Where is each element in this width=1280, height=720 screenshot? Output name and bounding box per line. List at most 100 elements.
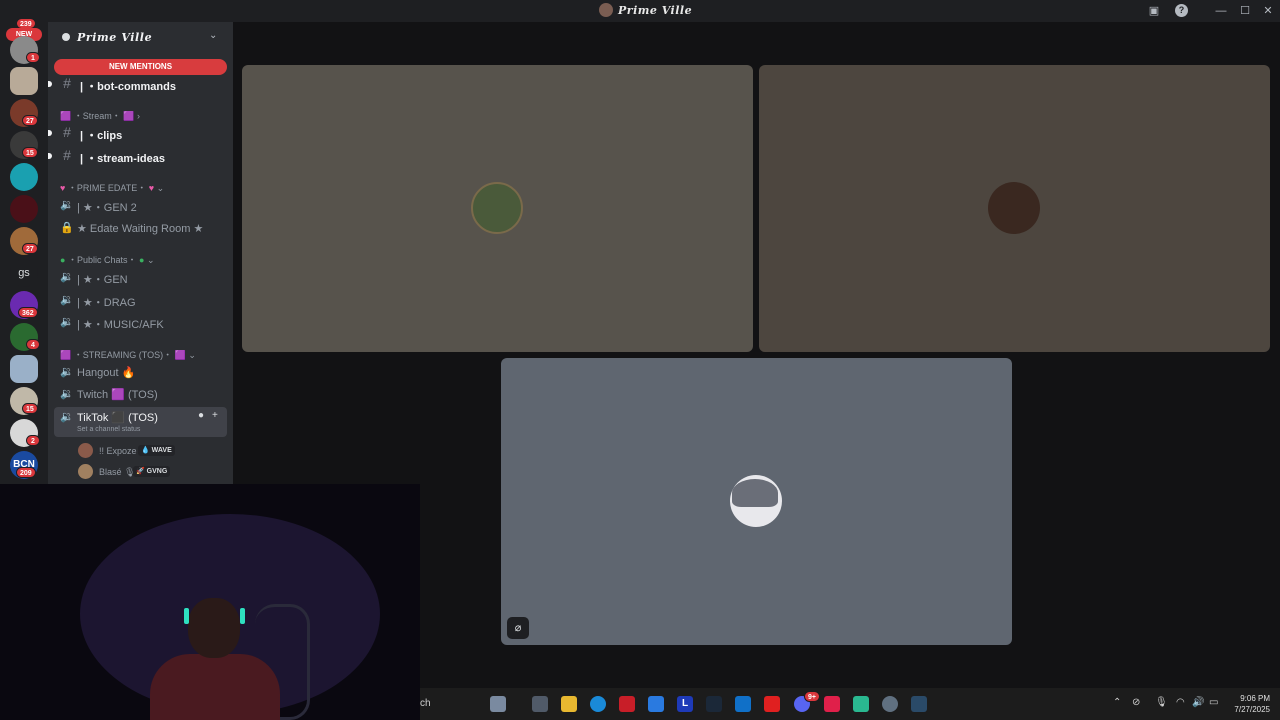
category-public-chats[interactable]: ● ・Public Chats・ ● ⌄ — [60, 253, 154, 266]
battery-icon[interactable]: ▭ — [1209, 697, 1218, 708]
channel-clips[interactable]: # | ・clips — [48, 123, 227, 143]
hash-icon: # — [63, 124, 71, 140]
invite-icon[interactable]: + — [212, 410, 218, 421]
steam-2-icon[interactable] — [911, 696, 927, 712]
server-badge: 27 — [22, 115, 38, 126]
mcafee-icon[interactable] — [619, 696, 635, 712]
close-button[interactable]: ✕ — [1260, 3, 1276, 19]
server-badge: 15 — [22, 147, 38, 158]
channel-label: | ・bot-commands — [80, 81, 176, 93]
server-avatar — [599, 3, 613, 17]
voice-channel-gen[interactable]: 🔉 | ★・GEN — [54, 267, 227, 287]
chat-icon[interactable]: ● — [198, 410, 204, 421]
voice-channel-twitch[interactable]: 🔉 Twitch 🟪 (TOS) — [54, 384, 227, 404]
category-streaming[interactable]: 🟪 ・STREAMING (TOS)・ 🟪 ⌄ — [60, 348, 196, 361]
window-titlebar: Prime Ville ▣ ? — ☐ ✕ — [0, 0, 1280, 22]
channel-sidebar: Prime Ville ⌄ NEW MENTIONS # | ・bot-comm… — [48, 22, 233, 484]
channel-stream-ideas[interactable]: # | ・stream-ideas — [48, 146, 227, 166]
hash-icon: # — [63, 147, 71, 163]
server-icon-11[interactable] — [10, 355, 38, 383]
edge-icon[interactable] — [590, 696, 606, 712]
voice-channel-music-afk[interactable]: 🔉 | ★・MUSIC/AFK — [54, 312, 227, 332]
avatar — [78, 464, 93, 479]
youtube-icon[interactable] — [764, 696, 780, 712]
task-view-icon[interactable] — [532, 696, 548, 712]
heart-icon: ♥ — [60, 183, 66, 193]
camera-off-icon[interactable]: ⌀ — [507, 617, 529, 639]
webcam-person-body — [150, 654, 280, 720]
outlook-icon[interactable] — [735, 696, 751, 712]
inbox-icon[interactable]: ▣ — [1146, 3, 1162, 19]
unread-indicator — [48, 130, 52, 136]
channel-label: | ★・DRAG — [77, 297, 136, 309]
channel-bot-commands[interactable]: # | ・bot-commands — [48, 74, 227, 94]
steam-icon[interactable] — [706, 696, 722, 712]
voice-channel-gen-2[interactable]: 🔉 | ★・GEN 2 — [54, 195, 227, 215]
network-off-icon[interactable]: ⊘ — [1132, 697, 1140, 708]
speaker-icon: 🔉 — [60, 366, 74, 378]
voice-channel-edate-waiting-room[interactable]: 🔒 ★ Edate Waiting Room ★ — [54, 218, 227, 238]
widgets-icon[interactable] — [490, 696, 506, 712]
server-header-icon — [62, 33, 70, 41]
headphone-icon — [184, 608, 189, 624]
channel-status[interactable]: Set a channel status — [77, 426, 140, 433]
category-icon: 🟪 — [60, 111, 72, 121]
taskbar-search[interactable]: ch — [420, 698, 431, 709]
server-icon-2[interactable] — [10, 67, 38, 95]
username: Blasé 🎙 — [99, 467, 136, 477]
voice-channel-hangout[interactable]: 🔉 Hangout 🔥 — [54, 362, 227, 382]
discord-badge: 9+ — [804, 691, 820, 702]
category-label: ・PRIME EDATE・ — [67, 183, 147, 193]
category-icon: 🟪 › — [123, 111, 140, 121]
help-icon[interactable]: ? — [1175, 4, 1188, 17]
server-icon-6[interactable] — [10, 195, 38, 223]
lock-icon: 🔒 — [60, 222, 74, 234]
heart-icon: ♥ — [148, 183, 155, 193]
new-mentions-pill[interactable]: NEW MENTIONS — [54, 59, 227, 75]
participant-avatar — [730, 475, 782, 527]
participant-tile-2[interactable] — [759, 65, 1270, 352]
voice-channel-tiktok[interactable]: 🔉 TikTok ⬛ (TOS) Set a channel status ● … — [54, 407, 227, 437]
file-explorer-icon[interactable] — [561, 696, 577, 712]
server-badge: 362 — [18, 307, 38, 318]
microphone-icon[interactable]: 🎙 — [1155, 697, 1168, 708]
server-icon-5[interactable] — [10, 163, 38, 191]
channel-label: | ★・GEN — [77, 274, 128, 286]
unread-indicator — [48, 81, 52, 87]
chevron-up-icon[interactable]: ⌃ — [1113, 697, 1121, 708]
category-label: ・Public Chats・ — [67, 255, 137, 265]
speaker-icon: 🔉 — [60, 316, 74, 328]
taskbar: ch L 9+ ⌃ ⊘ 🎙 ◠ 🔊 ▭ 9:06 PM 7/27/2025 — [420, 688, 1280, 720]
category-icon: 🟪 — [174, 350, 186, 360]
clock-date: 7/27/2025 — [1234, 705, 1270, 714]
server-name: Prime Ville — [77, 31, 153, 44]
wifi-icon[interactable]: ◠ — [1176, 697, 1185, 708]
user-tag: 🚀 GVNG — [133, 466, 171, 477]
speaker-icon: 🔉 — [60, 271, 74, 283]
category-icon: 🟪 — [60, 350, 72, 360]
taskbar-clock[interactable]: 9:06 PM 7/27/2025 — [1230, 693, 1270, 715]
volume-icon[interactable]: 🔊 — [1192, 697, 1204, 708]
category-prime-edate[interactable]: ♥ ・PRIME EDATE・ ♥ ⌄ — [60, 181, 164, 194]
server-header[interactable]: Prime Ville ⌄ — [48, 22, 233, 52]
user-tag: 💧 WAVE — [138, 445, 175, 456]
category-label: ・STREAMING (TOS)・ — [73, 350, 173, 360]
vscode-icon[interactable] — [648, 696, 664, 712]
channel-label: | ・stream-ideas — [80, 153, 166, 165]
window-title: Prime Ville — [618, 4, 693, 17]
voice-channel-drag[interactable]: 🔉 | ★・DRAG — [54, 290, 227, 310]
channel-label: Twitch 🟪 (TOS) — [77, 389, 158, 401]
avatar-shading — [732, 479, 778, 507]
tiktok-icon[interactable] — [824, 696, 840, 712]
maximize-button[interactable]: ☐ — [1237, 3, 1253, 19]
lightshot-icon[interactable]: L — [677, 696, 693, 712]
channel-label: ★ Edate Waiting Room ★ — [77, 223, 204, 235]
participant-tile-3[interactable]: ⌀ — [501, 358, 1012, 645]
chevron-down-icon[interactable]: ⌄ — [209, 30, 217, 41]
participant-tile-1[interactable] — [242, 65, 753, 352]
server-icon-gs[interactable]: gs — [10, 259, 38, 287]
minimize-button[interactable]: — — [1213, 3, 1229, 19]
app-icon[interactable] — [853, 696, 869, 712]
settings-icon[interactable] — [882, 696, 898, 712]
category-stream[interactable]: 🟪 ・Stream・ 🟪 › — [60, 109, 140, 122]
